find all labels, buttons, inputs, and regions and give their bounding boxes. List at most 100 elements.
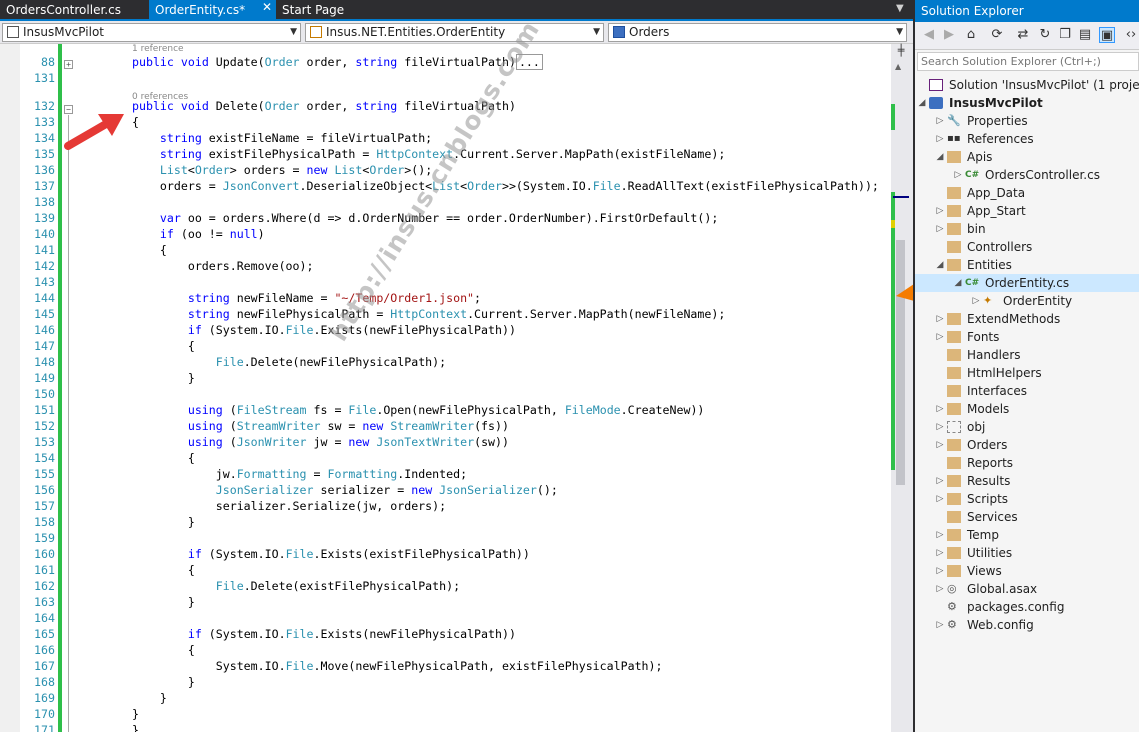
expand-region-icon[interactable]: + — [64, 60, 73, 69]
tree-item[interactable]: ▷ Views — [915, 562, 1139, 580]
tree-item[interactable]: ▷ App_Start — [915, 202, 1139, 220]
tree-item[interactable]: ▷ bin — [915, 220, 1139, 238]
code-line[interactable]: } — [132, 722, 139, 732]
tree-item[interactable]: ◢ Entities — [915, 256, 1139, 274]
code-line[interactable]: using (StreamWriter sw = new StreamWrite… — [132, 418, 509, 434]
tree-item[interactable]: ▷ Results — [915, 472, 1139, 490]
code-line[interactable]: } — [132, 594, 195, 610]
tree-item[interactable]: ▷ Models — [915, 400, 1139, 418]
tree-item[interactable]: ▷ Utilities — [915, 544, 1139, 562]
tree-item[interactable]: ◢ InsusMvcPilot — [915, 94, 1139, 112]
expand-node-icon[interactable]: ▷ — [935, 202, 945, 220]
back-icon[interactable]: ◀ — [921, 27, 937, 43]
tree-item[interactable]: Services — [915, 508, 1139, 526]
expand-node-icon[interactable]: ▷ — [935, 544, 945, 562]
home-icon[interactable]: ⌂ — [963, 27, 979, 43]
expand-node-icon[interactable]: ▷ — [935, 220, 945, 238]
view-code-icon[interactable]: ‹› — [1123, 27, 1139, 43]
code-line[interactable]: using (FileStream fs = File.Open(newFile… — [132, 402, 705, 418]
code-line[interactable]: orders.Remove(oo); — [132, 258, 314, 274]
code-line[interactable]: List<Order> orders = new List<Order>(); — [132, 162, 432, 178]
close-tab-icon[interactable]: ✕ — [262, 0, 272, 14]
tab-orderentity[interactable]: OrderEntity.cs* — [149, 0, 276, 21]
tree-item[interactable]: Interfaces — [915, 382, 1139, 400]
code-line[interactable]: if (System.IO.File.Exists(newFilePhysica… — [132, 626, 516, 642]
expand-node-icon[interactable]: ▷ — [935, 418, 945, 436]
expand-node-icon[interactable]: ▷ — [935, 130, 945, 148]
expand-node-icon[interactable]: ▷ — [935, 328, 945, 346]
expand-node-icon[interactable]: ▷ — [935, 562, 945, 580]
tree-item[interactable]: ▷ obj — [915, 418, 1139, 436]
refresh-icon[interactable]: ↻ — [1037, 27, 1053, 43]
tree-item[interactable]: Reports — [915, 454, 1139, 472]
project-dropdown[interactable]: InsusMvcPilot ▼ — [2, 23, 301, 42]
tree-item[interactable]: Solution 'InsusMvcPilot' (1 project) — [915, 76, 1139, 94]
tree-item[interactable]: ▷ ⚙ Web.config — [915, 616, 1139, 634]
collapse-node-icon[interactable]: ◢ — [917, 94, 927, 112]
expand-node-icon[interactable]: ▷ — [935, 616, 945, 634]
expand-node-icon[interactable]: ▷ — [935, 400, 945, 418]
tab-orderscontroller[interactable]: OrdersController.cs — [0, 0, 149, 21]
code-line[interactable]: File.Delete(newFilePhysicalPath); — [132, 354, 446, 370]
tree-item[interactable]: ▷ C# OrdersController.cs — [915, 166, 1139, 184]
code-line[interactable]: } — [132, 370, 195, 386]
codelens-references[interactable]: 1 reference — [132, 44, 184, 54]
expand-node-icon[interactable]: ▷ — [953, 166, 963, 184]
code-line[interactable]: } — [132, 514, 195, 530]
tree-item[interactable]: ▷ Temp — [915, 526, 1139, 544]
collapse-node-icon[interactable]: ◢ — [935, 148, 945, 166]
type-dropdown[interactable]: Insus.NET.Entities.OrderEntity ▼ — [305, 23, 604, 42]
tree-item[interactable]: ▷ 🔧 Properties — [915, 112, 1139, 130]
code-line[interactable]: public void Delete(Order order, string f… — [132, 98, 516, 114]
code-line[interactable]: { — [132, 450, 195, 466]
tree-item[interactable]: ▷ ✦ OrderEntity — [915, 292, 1139, 310]
show-all-files-icon[interactable]: ▤ — [1077, 27, 1093, 43]
code-line[interactable]: { — [132, 114, 139, 130]
code-line[interactable]: { — [132, 642, 195, 658]
code-line[interactable]: { — [132, 562, 195, 578]
forward-icon[interactable]: ▶ — [941, 27, 957, 43]
code-line[interactable]: using (JsonWriter jw = new JsonTextWrite… — [132, 434, 509, 450]
code-line[interactable]: string newFileName = "~/Temp/Order1.json… — [132, 290, 481, 306]
tree-item[interactable]: ▷ ▪▪ References — [915, 130, 1139, 148]
sync-icon[interactable]: ⇄ — [1015, 27, 1031, 43]
tree-item[interactable]: App_Data — [915, 184, 1139, 202]
properties-icon[interactable]: ▣ — [1099, 27, 1115, 43]
collapse-all-icon[interactable]: ❐ — [1057, 27, 1073, 43]
tree-item[interactable]: ▷ Fonts — [915, 328, 1139, 346]
code-line[interactable]: { — [132, 338, 195, 354]
code-line[interactable]: string newFilePhysicalPath = HttpContext… — [132, 306, 725, 322]
expand-node-icon[interactable]: ▷ — [935, 436, 945, 454]
tree-item[interactable]: ▷ Scripts — [915, 490, 1139, 508]
tab-start-page[interactable]: Start Page — [276, 0, 366, 21]
collapse-node-icon[interactable]: ◢ — [935, 256, 945, 274]
tree-item[interactable]: ◢ Apis — [915, 148, 1139, 166]
expand-node-icon[interactable]: ▷ — [935, 580, 945, 598]
code-line[interactable]: string existFilePhysicalPath = HttpConte… — [132, 146, 725, 162]
tree-item[interactable]: Controllers — [915, 238, 1139, 256]
code-line[interactable]: serializer.Serialize(jw, orders); — [132, 498, 446, 514]
tree-item[interactable]: ▷ ◎ Global.asax — [915, 580, 1139, 598]
code-line[interactable]: JsonSerializer serializer = new JsonSeri… — [132, 482, 558, 498]
code-line[interactable]: { — [132, 242, 167, 258]
solution-search-input[interactable]: Search Solution Explorer (Ctrl+;) — [917, 52, 1139, 71]
tree-item[interactable]: ▷ Orders — [915, 436, 1139, 454]
code-line[interactable]: orders = JsonConvert.DeserializeObject<L… — [132, 178, 879, 194]
expand-node-icon[interactable]: ▷ — [935, 112, 945, 130]
expand-node-icon[interactable]: ▷ — [935, 472, 945, 490]
code-line[interactable]: jw.Formatting = Formatting.Indented; — [132, 466, 467, 482]
expand-node-icon[interactable]: ▷ — [935, 310, 945, 328]
code-line[interactable]: File.Delete(existFilePhysicalPath); — [132, 578, 460, 594]
expand-node-icon[interactable]: ▷ — [971, 292, 981, 310]
expand-node-icon[interactable]: ▷ — [935, 490, 945, 508]
code-line[interactable]: } — [132, 674, 195, 690]
tree-item[interactable]: Handlers — [915, 346, 1139, 364]
collapse-node-icon[interactable]: ◢ — [953, 274, 963, 292]
code-line[interactable]: public void Update(Order order, string f… — [132, 54, 543, 70]
code-line[interactable]: if (System.IO.File.Exists(existFilePhysi… — [132, 546, 530, 562]
pending-changes-filter-icon[interactable]: ⟳ — [989, 27, 1005, 43]
tree-item[interactable]: ◢ C# OrderEntity.cs — [915, 274, 1139, 292]
code-line[interactable]: } — [132, 690, 167, 706]
tab-dropdown-icon[interactable]: ▼ — [896, 3, 904, 14]
member-dropdown[interactable]: Orders ▼ — [608, 23, 907, 42]
